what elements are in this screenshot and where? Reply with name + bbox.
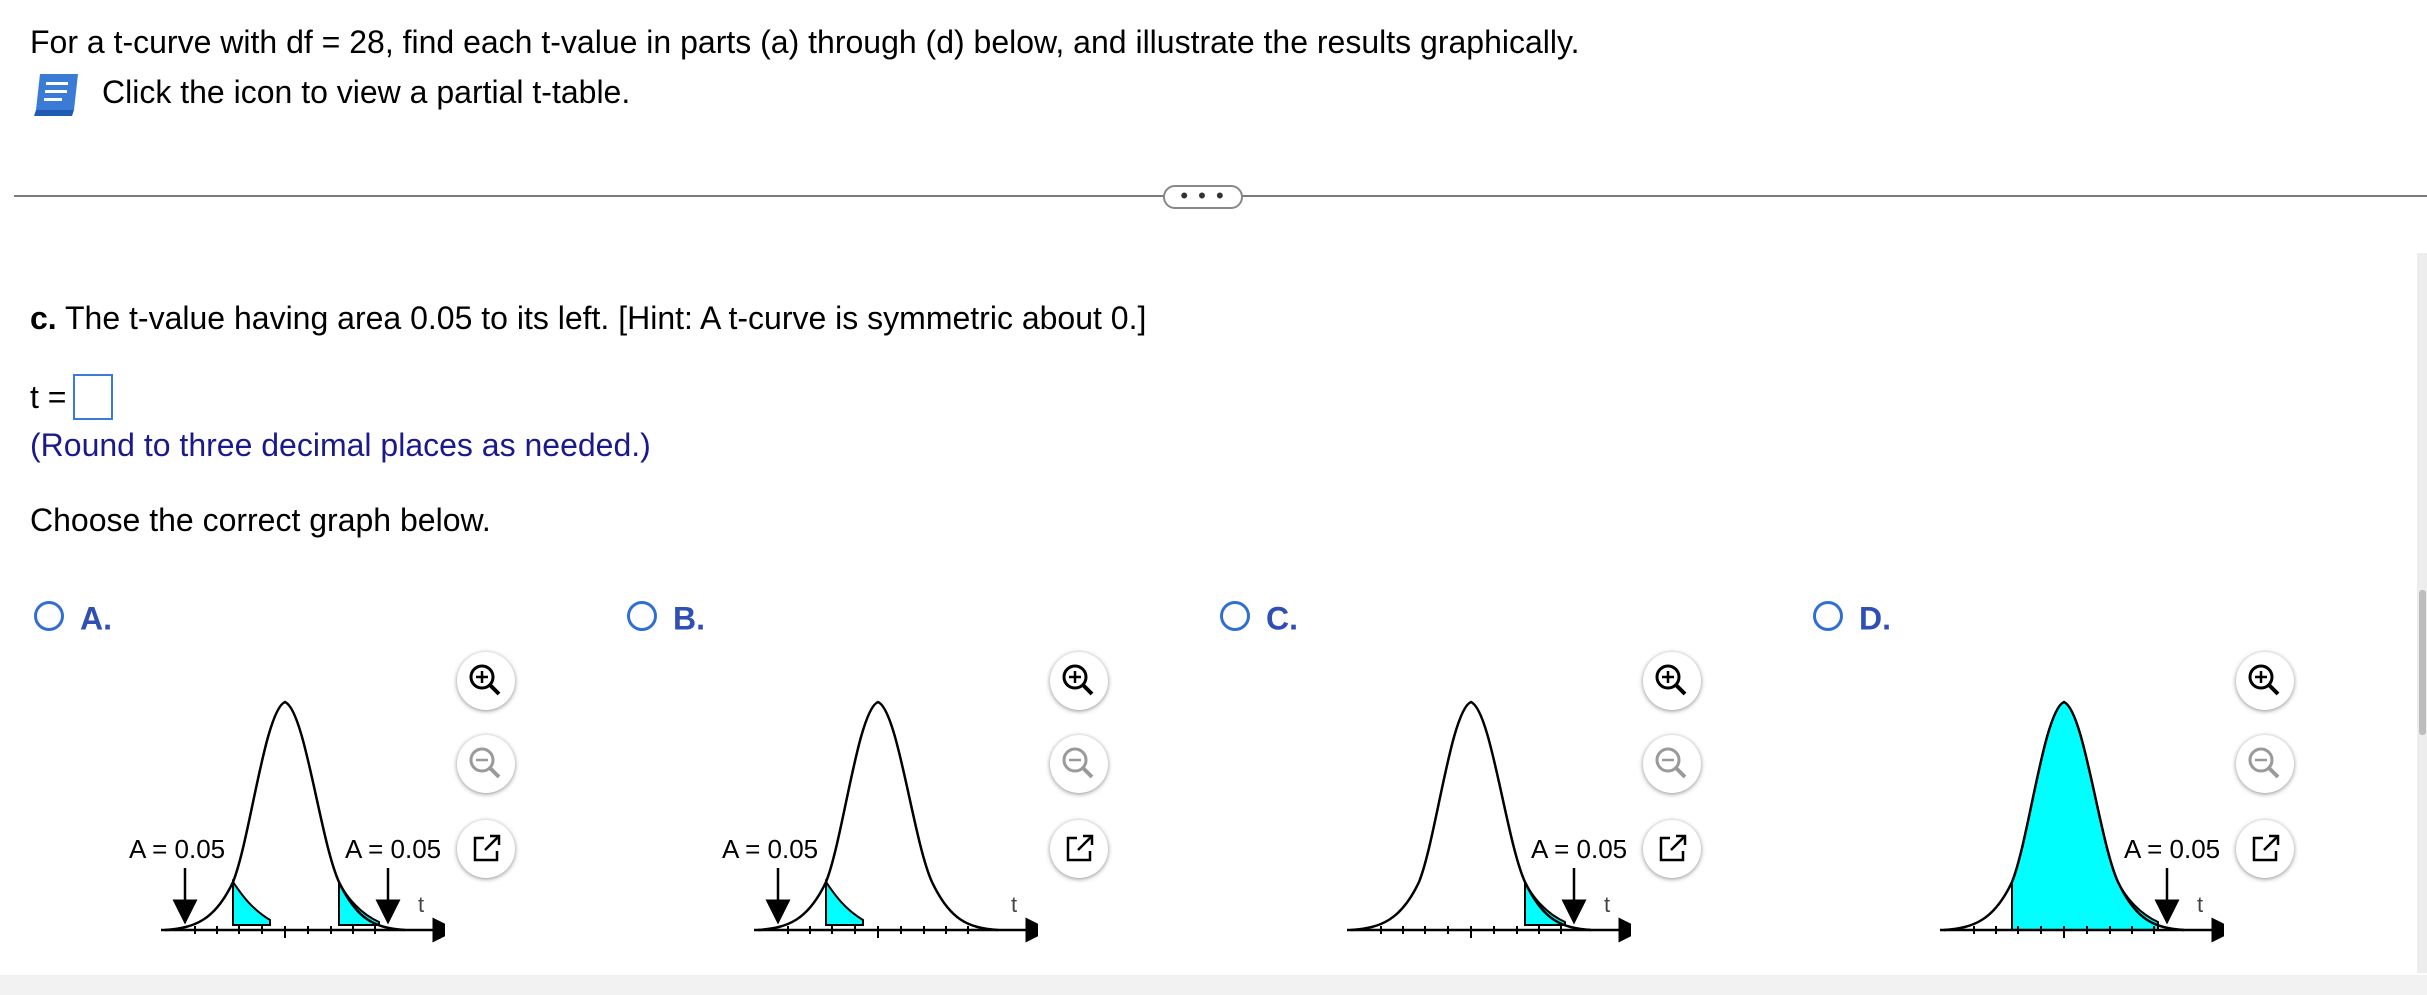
option-a-radio[interactable]: A. xyxy=(34,596,112,637)
option-b-letter: B. xyxy=(673,600,705,637)
zoom-out-icon xyxy=(2248,747,2280,779)
question-text: For a t-curve with df = 28, find each t-… xyxy=(30,24,1580,60)
zoom-out-icon xyxy=(469,747,501,779)
table-link-text: Click the icon to view a partial t-table… xyxy=(102,74,631,110)
t-curve xyxy=(1350,700,1592,932)
left-area-label: A = 0.05 xyxy=(129,834,225,864)
axis-label: t xyxy=(418,892,424,917)
zoom-out-button[interactable] xyxy=(457,735,515,793)
graph-c: A = 0.05 t xyxy=(1347,700,1631,943)
choose-instruction: Choose the correct graph below. xyxy=(30,502,491,538)
zoom-in-button[interactable] xyxy=(1050,652,1108,710)
popout-icon xyxy=(2252,834,2280,862)
part-c-label: c. xyxy=(30,300,57,336)
zoom-in-icon xyxy=(1655,664,1687,696)
expand-button[interactable]: • • • xyxy=(1163,185,1243,209)
graph-d: A = 0.05 t xyxy=(1940,700,2224,943)
zoom-in-icon xyxy=(469,664,501,696)
rounding-note: (Round to three decimal places as needed… xyxy=(30,427,651,463)
right-area-label: A = 0.05 xyxy=(1531,834,1627,864)
t-curve xyxy=(757,700,999,932)
zoom-in-icon xyxy=(1062,664,1094,696)
answer-label: t = xyxy=(30,379,67,415)
zoom-out-icon xyxy=(1655,747,1687,779)
axis-ticks xyxy=(194,926,376,938)
scrollbar-thumb[interactable] xyxy=(2419,590,2426,735)
graph-a: A = 0.05 A = 0.05 t xyxy=(129,700,445,943)
option-a-letter: A. xyxy=(80,600,112,637)
zoom-out-button[interactable] xyxy=(1050,735,1108,793)
option-c-radio[interactable]: C. xyxy=(1220,596,1298,637)
radio-icon[interactable] xyxy=(1813,600,1843,631)
popout-icon xyxy=(1066,834,1094,862)
zoom-in-button[interactable] xyxy=(457,652,515,710)
option-d-letter: D. xyxy=(1859,600,1891,637)
popout-button[interactable] xyxy=(457,820,515,878)
left-tail-shade xyxy=(232,878,271,926)
zoom-out-button[interactable] xyxy=(2236,735,2294,793)
radio-icon[interactable] xyxy=(34,600,64,631)
axis-label: t xyxy=(1011,892,1017,917)
radio-icon[interactable] xyxy=(627,600,657,631)
left-tail-shade xyxy=(825,878,864,926)
bottom-bar xyxy=(0,975,2427,995)
t-curve xyxy=(164,700,406,932)
part-c-prompt: c. The t-value having area 0.05 to its l… xyxy=(30,298,1146,338)
popout-button[interactable] xyxy=(1643,820,1701,878)
radio-icon[interactable] xyxy=(1220,600,1250,631)
popout-icon xyxy=(473,834,501,862)
left-area-label: A = 0.05 xyxy=(722,834,818,864)
book-icon[interactable] xyxy=(30,70,86,120)
zoom-out-button[interactable] xyxy=(1643,735,1701,793)
option-d-radio[interactable]: D. xyxy=(1813,596,1891,637)
right-area-label: A = 0.05 xyxy=(2124,834,2220,864)
option-b-radio[interactable]: B. xyxy=(627,596,705,637)
option-c-letter: C. xyxy=(1266,600,1298,637)
part-c-text: The t-value having area 0.05 to its left… xyxy=(56,300,1147,336)
axis-ticks xyxy=(787,926,969,938)
center-shade xyxy=(2011,700,2159,931)
axis-label: t xyxy=(1604,892,1610,917)
popout-button[interactable] xyxy=(2236,820,2294,878)
zoom-out-icon xyxy=(1062,747,1094,779)
zoom-in-button[interactable] xyxy=(1643,652,1701,710)
graph-b: A = 0.05 t xyxy=(722,700,1038,943)
right-tail-shade xyxy=(338,881,380,926)
popout-button[interactable] xyxy=(1050,820,1108,878)
zoom-in-icon xyxy=(2248,664,2280,696)
t-value-input[interactable] xyxy=(73,374,113,420)
axis-label: t xyxy=(2197,892,2203,917)
right-tail-shade xyxy=(1524,881,1566,926)
zoom-in-button[interactable] xyxy=(2236,652,2294,710)
popout-icon xyxy=(1659,834,1687,862)
right-area-label: A = 0.05 xyxy=(345,834,441,864)
axis-ticks xyxy=(1380,926,1562,938)
